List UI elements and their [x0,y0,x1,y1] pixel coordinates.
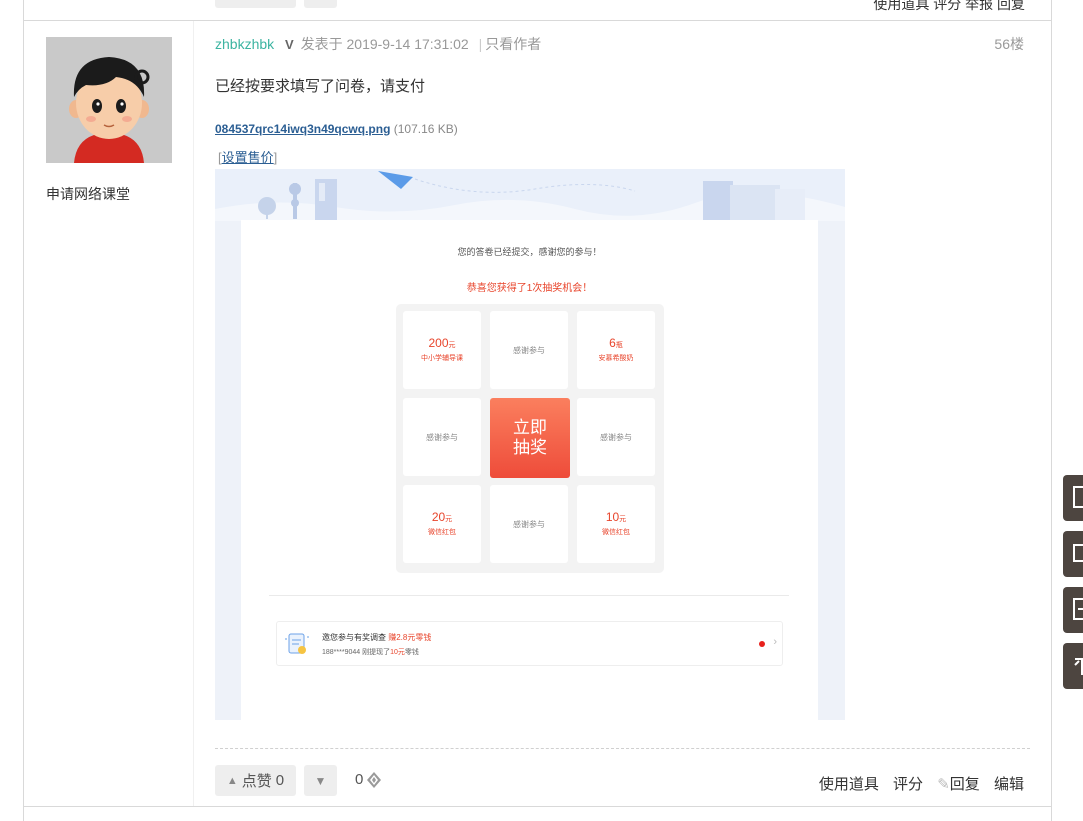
diamond-icon [367,771,382,788]
avatar[interactable] [46,37,172,163]
set-price: [设置售价] [218,150,278,165]
post-content: 已经按要求填写了问卷，请支付 [215,78,426,95]
withdraw-amount: 10元 [390,649,405,656]
congrats-text: 恭喜您获得了1次抽奖机会！ [466,283,593,294]
floating-top-button[interactable] [1063,643,1083,689]
prize-amount: 200 [428,336,449,350]
prize-amount: 10 [605,510,620,524]
prize-cell: 6瓶 安慕希酸奶 [577,311,655,389]
survey-reward: 赚2.8元零钱 [388,633,432,642]
prize-unit: 瓶 [615,342,623,349]
edit-icon [1073,486,1083,508]
page: 使用道具 评分 举报 回复 申请网络课堂 zhbkzhbk V 发表于 2019… [0,0,1083,821]
survey-title-line: 邀您参与有奖调查 赚2.8元零钱 [322,632,431,643]
like-label: 点赞 [241,773,272,790]
prize-cell: 感谢参与 [490,485,568,563]
survey-document-icon [285,633,309,654]
post-actions: 使用道具 评分 ✎回复 编辑 [809,773,1024,794]
verified-v-icon: V [285,37,294,52]
floating-share-button[interactable] [1063,587,1083,633]
prize-cell: 感谢参与 [490,311,568,389]
like-button[interactable]: ▲ 点赞 0 [215,765,296,796]
use-tool-link[interactable]: 使用道具 [819,776,879,793]
draw-lottery-button: 立即 抽奖 [490,398,570,478]
avatar-cartoon-image [46,37,172,163]
draw-line-1: 立即 [513,418,547,437]
pencil-icon: ✎ [937,776,950,793]
survey-withdraw-line: 188****9044 刚提现了10元零钱 [322,647,419,657]
back-to-top-icon [1074,658,1083,675]
prize-desc: 安慕希酸奶 [598,355,634,362]
separator: | [478,36,483,52]
attachment-size: (107.16 KB) [393,122,458,136]
banner-illustration [215,169,845,221]
rate-count: 0 [355,771,364,788]
author-sidebar: 申请网络课堂 [24,21,194,807]
triangle-down-icon: ▼ [314,773,327,788]
notification-dot [759,641,765,647]
prize-amount: 20 [431,510,446,524]
draw-line-2: 抽奖 [513,438,547,457]
triangle-up-icon: ▲ [226,774,238,787]
prize-unit: 元 [445,516,453,523]
survey-result-card: 您的答卷已经提交，感谢您的参与！ 恭喜您获得了1次抽奖机会！ 200元 中小学辅… [241,220,818,720]
prize-desc: 中小学辅导课 [421,355,463,362]
posted-prefix: 发表于 [300,36,343,52]
rate-link[interactable]: 评分 [893,776,923,793]
prize-unit: 元 [448,342,456,349]
set-price-link[interactable]: 设置售价 [222,150,274,165]
rate-display[interactable]: 0 [355,771,382,788]
share-icon [1073,598,1083,620]
chevron-right-icon: › [773,636,777,648]
thanks-text: 您的答卷已经提交，感谢您的参与！ [457,247,602,257]
footer-divider [215,748,1030,749]
floating-comment-button[interactable] [1063,531,1083,577]
prize-cell: 10元 微信红包 [577,485,655,563]
like-count: 0 [275,772,285,789]
previous-post-actions[interactable]: 使用道具 评分 举报 回复 [873,0,1025,14]
prize-cell: 感谢参与 [403,398,481,476]
dislike-button[interactable]: ▼ [304,765,337,796]
floating-edit-button[interactable] [1063,475,1083,521]
attachment: 084537qrc14iwq3n49qcwq.png (107.16 KB) [215,122,458,136]
previous-dislike-button[interactable] [304,0,337,8]
withdraw-prefix: 188****9044 刚提现了 [322,649,391,656]
prize-thanks: 感谢参与 [513,345,545,355]
divider [269,595,789,596]
prize-thanks: 感谢参与 [426,432,458,442]
reply-link[interactable]: ✎回复 [937,776,980,793]
lottery-grid: 200元 中小学辅导课 感谢参与 6瓶 安慕希酸奶 感谢参与 立即 抽奖 感谢参… [396,304,664,573]
floor-number[interactable]: 56楼 [994,34,1024,54]
prize-thanks: 感谢参与 [600,432,632,442]
reply-label: 回复 [949,776,980,793]
post-main: zhbkzhbk V 发表于 2019-9-14 17:31:02 | 只看作者 … [215,21,1030,807]
prize-unit: 元 [619,516,627,523]
previous-like-button[interactable] [215,0,296,8]
only-author-link[interactable]: 只看作者 [485,36,541,52]
username-link[interactable]: zhbkzhbk [215,36,274,52]
survey-invite-banner: 邀您参与有奖调查 赚2.8元零钱 188****9044 刚提现了10元零钱 › [276,621,783,666]
attached-screenshot[interactable]: 您的答卷已经提交，感谢您的参与！ 恭喜您获得了1次抽奖机会！ 200元 中小学辅… [215,169,845,720]
withdraw-suffix: 零钱 [404,649,419,656]
prize-amount: 6 [609,336,616,350]
prize-desc: 微信红包 [428,529,456,536]
survey-title: 邀您参与有奖调查 [322,633,386,642]
attachment-filename-link[interactable]: 084537qrc14iwq3n49qcwq.png [215,122,390,136]
author-group-label: 申请网络课堂 [46,186,130,202]
prize-cell: 感谢参与 [577,398,655,476]
post-header: zhbkzhbk V 发表于 2019-9-14 17:31:02 | 只看作者 [215,34,541,54]
prize-cell: 20元 微信红包 [403,485,481,563]
post-bottom-border [24,806,1051,807]
post-container: 使用道具 评分 举报 回复 申请网络课堂 zhbkzhbk V 发表于 2019… [23,0,1052,821]
posted-time: 2019-9-14 17:31:02 [346,36,469,52]
edit-link[interactable]: 编辑 [994,776,1024,793]
previous-post-footer: 使用道具 评分 举报 回复 [24,0,1051,21]
prize-desc: 微信红包 [602,529,630,536]
comment-icon [1073,544,1083,562]
prize-cell: 200元 中小学辅导课 [403,311,481,389]
prize-thanks: 感谢参与 [513,519,545,529]
